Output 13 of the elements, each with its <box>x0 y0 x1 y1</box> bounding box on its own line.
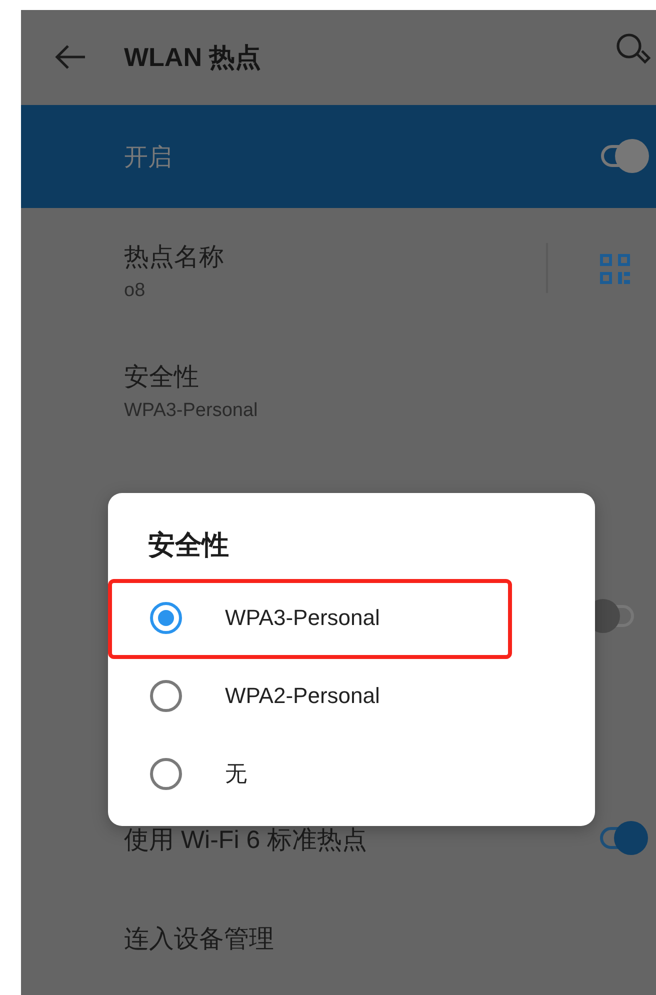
back-arrow-icon[interactable] <box>55 44 87 70</box>
dialog-title: 安全性 <box>148 529 229 562</box>
security-option[interactable]: WPA2-Personal <box>108 657 595 735</box>
setting-value: WPA3-Personal <box>124 400 258 422</box>
setting-title: 使用 Wi-Fi 6 标准热点 <box>124 825 368 856</box>
security-option[interactable]: WPA3-Personal <box>108 579 595 657</box>
radio-button[interactable] <box>150 680 182 712</box>
setting-title: 热点名称 <box>124 242 224 273</box>
security-option[interactable]: 无 <box>108 735 595 813</box>
radio-button[interactable] <box>150 602 182 634</box>
page-title: WLAN 热点 <box>124 41 262 74</box>
radio-button[interactable] <box>150 758 182 790</box>
setting-value: o8 <box>124 280 146 302</box>
